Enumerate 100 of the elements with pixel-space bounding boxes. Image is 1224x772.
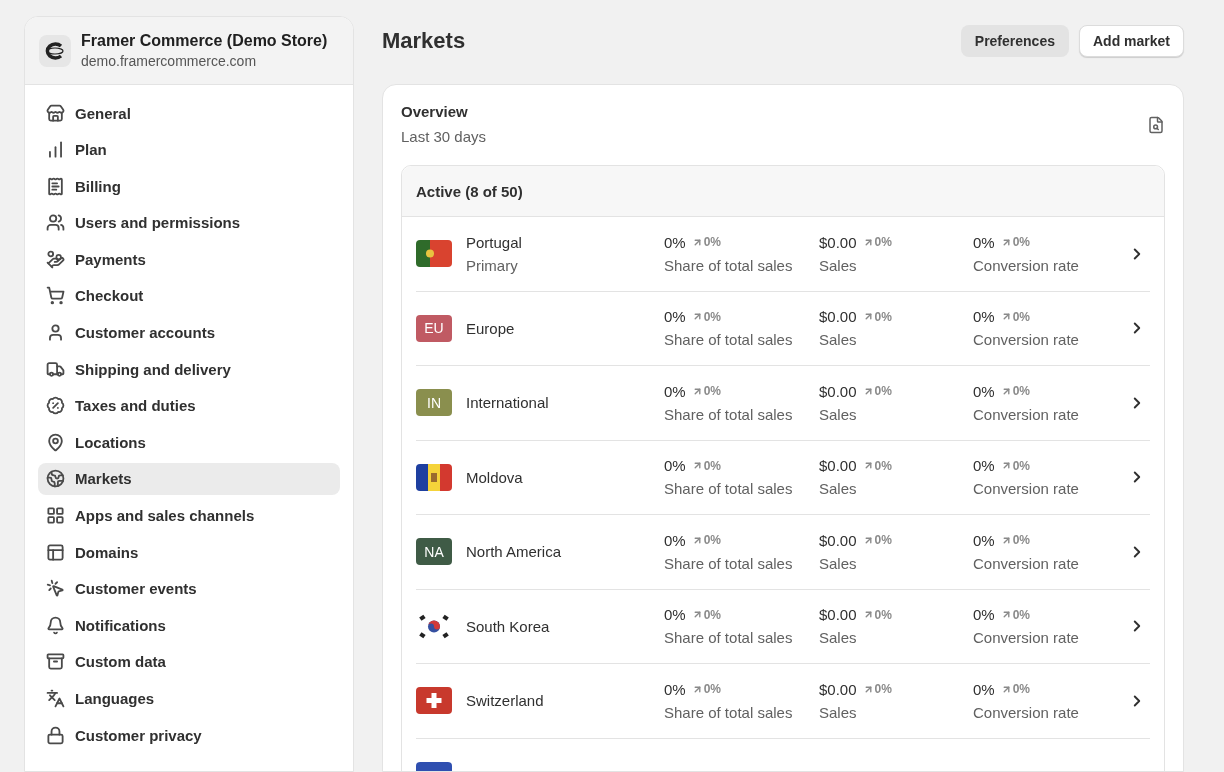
- archive-icon: [46, 652, 65, 672]
- sidebar-item-label: Languages: [75, 690, 155, 707]
- metric-label: Share of total sales: [664, 331, 794, 349]
- sidebar-item[interactable]: Languages: [38, 682, 340, 715]
- metric-change: 0%: [703, 533, 722, 548]
- lock-icon: [46, 725, 65, 745]
- bell-icon: [46, 615, 65, 635]
- metric-value: $0.00: [819, 233, 857, 251]
- users-icon: [46, 213, 65, 233]
- sidebar-item[interactable]: Apps and sales channels: [38, 499, 340, 532]
- metric-label: Conversion rate: [973, 554, 1080, 572]
- metric-label: Share of total sales: [664, 405, 794, 423]
- sidebar-item[interactable]: Customer privacy: [38, 719, 340, 752]
- metric-change: 0%: [703, 607, 722, 622]
- metric-change: 0%: [874, 235, 892, 250]
- period-label: Last 30 days: [401, 128, 487, 145]
- sidebar-item-label: Shipping and delivery: [75, 360, 231, 378]
- sidebar-item[interactable]: Taxes and duties: [38, 389, 340, 422]
- market-name[interactable]: North America: [466, 543, 664, 561]
- metric-value: 0%: [664, 531, 686, 549]
- metric-change: 0%: [1012, 384, 1031, 399]
- sidebar-item[interactable]: Locations: [38, 426, 340, 459]
- sidebar-item[interactable]: Payments: [38, 243, 340, 276]
- metric-label: Share of total sales: [664, 480, 794, 498]
- hand-coins-icon: [46, 249, 65, 269]
- metric-label: Conversion rate: [973, 331, 1080, 349]
- bar-chart-icon: [46, 140, 65, 160]
- metric-value: 0%: [664, 680, 686, 698]
- metric-value: $0.00: [819, 308, 857, 326]
- truck-icon: [46, 359, 65, 379]
- metric-label: Sales: [819, 629, 858, 647]
- metric-change: 0%: [874, 458, 892, 473]
- sidebar-item[interactable]: Custom data: [38, 645, 340, 678]
- metric-change: 0%: [1012, 458, 1031, 473]
- flag-icon: [416, 687, 452, 715]
- sidebar-item[interactable]: Plan: [38, 133, 340, 166]
- sidebar-item[interactable]: Customer accounts: [38, 316, 340, 349]
- sidebar-item[interactable]: Customer events: [38, 572, 340, 605]
- sidebar-item[interactable]: Domains: [38, 536, 340, 569]
- browser-window-icon: [46, 542, 65, 562]
- cursor-click-icon: [46, 579, 65, 599]
- market-name[interactable]: Moldova: [466, 468, 664, 486]
- market-name[interactable]: South Korea: [466, 617, 664, 635]
- metric-value: 0%: [973, 680, 995, 698]
- sidebar-item[interactable]: Shipping and delivery: [38, 353, 340, 386]
- metric-value: 0%: [664, 457, 686, 475]
- market-note: Primary: [466, 256, 519, 274]
- metric-label: Conversion rate: [973, 629, 1080, 647]
- metric-value: 0%: [664, 382, 686, 400]
- sidebar-item-label: Billing: [75, 177, 121, 195]
- metric-value: 0%: [973, 382, 995, 400]
- metric-change: 0%: [703, 235, 722, 250]
- sidebar-item-label: Locations: [75, 433, 146, 451]
- sidebar-item-label: Taxes and duties: [75, 397, 196, 415]
- sidebar-item[interactable]: Notifications: [38, 609, 340, 642]
- metric-change: 0%: [1012, 682, 1031, 697]
- market-badge: IN: [416, 389, 452, 417]
- report-search-icon[interactable]: [1147, 116, 1165, 134]
- metric-label: Share of total sales: [664, 256, 794, 274]
- sidebar-item[interactable]: Markets: [38, 462, 340, 495]
- metric-label: Sales: [819, 703, 858, 721]
- map-pin-icon: [46, 432, 65, 452]
- percent-badge-icon: [46, 396, 65, 416]
- market-name[interactable]: Portugal: [466, 233, 664, 251]
- market-badge: EU: [416, 314, 452, 342]
- preferences-button[interactable]: Preferences: [960, 25, 1069, 57]
- market-name[interactable]: International: [466, 394, 664, 412]
- sidebar-item-label: Apps and sales channels: [75, 507, 255, 525]
- sidebar-item-label: Customer events: [75, 580, 197, 598]
- sidebar-item[interactable]: Users and permissions: [38, 206, 340, 239]
- metric-label: Conversion rate: [973, 256, 1080, 274]
- market-name[interactable]: Europe: [466, 319, 664, 337]
- sidebar-item[interactable]: Checkout: [38, 279, 340, 312]
- sidebar-item-label: Domains: [75, 543, 139, 561]
- sidebar-item-label: Customer accounts: [75, 324, 216, 342]
- market-name[interactable]: Switzerland: [466, 692, 664, 710]
- page-title: Markets: [382, 28, 466, 54]
- metric-value: 0%: [973, 233, 995, 251]
- card-title: Overview: [401, 103, 469, 120]
- sidebar-item[interactable]: General: [38, 97, 340, 129]
- sidebar-item[interactable]: Billing: [38, 170, 340, 203]
- metric-label: Share of total sales: [664, 554, 794, 572]
- flag-icon: [416, 463, 452, 491]
- sidebar-item-label: Payments: [75, 250, 146, 268]
- metric-change: 0%: [874, 533, 892, 548]
- add-button[interactable]: Add market: [1078, 25, 1184, 57]
- store-logo-icon: [39, 34, 71, 67]
- metric-value: $0.00: [819, 382, 857, 400]
- sidebar-item-label: Customer privacy: [75, 726, 202, 744]
- metric-change: 0%: [703, 458, 722, 473]
- metric-value: 0%: [664, 606, 686, 624]
- sidebar-item-label: Checkout: [75, 287, 144, 305]
- globe-icon: [46, 469, 65, 489]
- receipt-icon: [46, 176, 65, 196]
- store-domain: demo.framercommerce.com: [81, 53, 258, 69]
- metric-label: Sales: [819, 256, 858, 274]
- metric-value: 0%: [973, 531, 995, 549]
- metric-label: Sales: [819, 405, 858, 423]
- metric-change: 0%: [874, 682, 892, 697]
- sidebar-item-label: Custom data: [75, 653, 166, 671]
